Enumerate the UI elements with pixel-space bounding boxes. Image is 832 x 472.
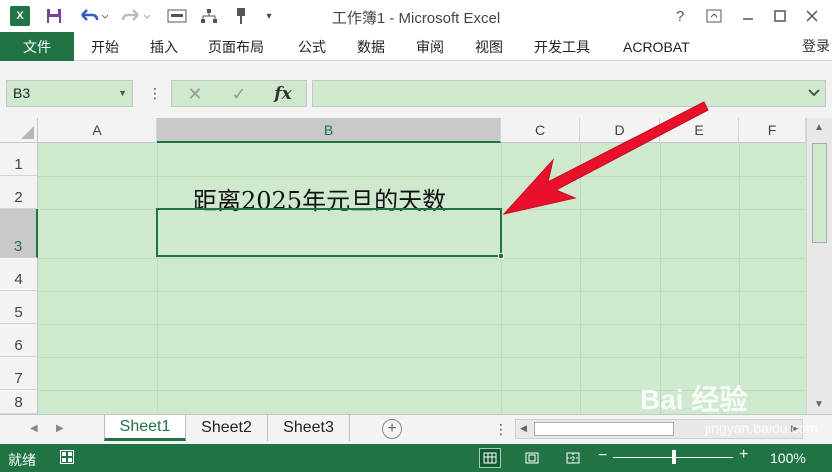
normal-view-icon[interactable]: [479, 448, 501, 468]
maximize-icon[interactable]: [766, 4, 794, 28]
row-header-2[interactable]: 2: [0, 176, 38, 209]
status-ready: 就绪: [8, 452, 36, 468]
vertical-scrollbar[interactable]: ▲ ▼: [806, 118, 832, 414]
scroll-up-icon[interactable]: ▲: [814, 122, 824, 133]
gridline: [38, 390, 806, 391]
row-header-6[interactable]: 6: [0, 324, 38, 357]
gridline: [38, 176, 806, 177]
tab-data[interactable]: 数据: [357, 37, 385, 57]
cancel-icon[interactable]: ✕: [180, 82, 210, 106]
column-header-d[interactable]: D: [580, 118, 660, 143]
scroll-right-icon[interactable]: ▶: [791, 423, 798, 434]
sheet-tab-sheet2[interactable]: Sheet2: [186, 415, 268, 441]
select-all-corner[interactable]: [0, 118, 38, 143]
horizontal-scroll-thumb[interactable]: [534, 422, 674, 436]
tab-split-grip-icon[interactable]: ⋮: [494, 421, 508, 438]
row-header-5[interactable]: 5: [0, 291, 38, 324]
tab-home[interactable]: 开始: [91, 37, 119, 57]
help-button[interactable]: ?: [666, 4, 694, 28]
tab-review[interactable]: 审阅: [416, 37, 444, 57]
vertical-scroll-thumb[interactable]: [812, 143, 827, 243]
horizontal-scrollbar[interactable]: ◀ ▶: [515, 419, 803, 439]
ribbon-display-icon[interactable]: [700, 4, 728, 28]
pin-icon[interactable]: [230, 6, 252, 26]
sheet-tab-bar: ◀ ▶ Sheet1 Sheet2 Sheet3 + ⋮ ◀ ▶: [0, 414, 832, 444]
expand-formula-bar-icon[interactable]: [807, 85, 821, 101]
tab-insert[interactable]: 插入: [150, 37, 178, 57]
insert-function-button[interactable]: fx: [268, 82, 298, 106]
form-icon[interactable]: [166, 6, 188, 26]
sheet-tab-sheet1[interactable]: Sheet1: [104, 415, 186, 441]
sheet-prev-icon[interactable]: ◀: [30, 423, 38, 434]
close-icon[interactable]: [798, 4, 826, 28]
formula-buttons: ✕ ✓ fx: [171, 80, 307, 107]
gridline: [739, 143, 740, 414]
minimize-icon[interactable]: [734, 4, 762, 28]
row-header-4[interactable]: 4: [0, 258, 38, 291]
gridline: [660, 143, 661, 414]
redo-icon[interactable]: [118, 6, 152, 26]
undo-icon[interactable]: [76, 6, 110, 26]
tab-file[interactable]: 文件: [0, 32, 74, 61]
zoom-slider-thumb[interactable]: [672, 450, 676, 464]
status-bar: 就绪 − + 100%: [0, 444, 832, 472]
add-sheet-button[interactable]: +: [382, 419, 402, 439]
active-cell-b3[interactable]: [156, 208, 504, 259]
formula-input[interactable]: [312, 80, 826, 107]
sheet-tab-sheet3[interactable]: Sheet3: [268, 415, 350, 441]
title-bar: X ▾ 工作簿1 - Microsoft Excel ?: [0, 0, 832, 32]
page-break-view-icon[interactable]: [562, 448, 584, 468]
column-header-f[interactable]: F: [739, 118, 806, 143]
zoom-out-icon[interactable]: −: [598, 447, 607, 465]
gridline: [38, 291, 806, 292]
enter-icon[interactable]: ✓: [224, 82, 254, 106]
column-header-c[interactable]: C: [501, 118, 580, 143]
row-header-3[interactable]: 3: [0, 209, 38, 258]
scroll-left-icon[interactable]: ◀: [520, 423, 527, 434]
column-header-a[interactable]: A: [38, 118, 157, 143]
login-link[interactable]: 登录: [802, 36, 830, 56]
name-box[interactable]: B3 ▼: [6, 80, 133, 107]
gridline: [580, 143, 581, 414]
formula-bar: B3 ▼ ⋮ ✕ ✓ fx: [0, 61, 832, 118]
page-layout-view-icon[interactable]: [521, 448, 543, 468]
gridline: [501, 143, 502, 414]
column-header-b[interactable]: B: [157, 118, 501, 143]
column-header-e[interactable]: E: [660, 118, 739, 143]
tab-developer[interactable]: 开发工具: [534, 37, 590, 57]
zoom-level[interactable]: 100%: [770, 450, 806, 466]
name-box-value: B3: [13, 85, 31, 101]
save-icon[interactable]: [44, 6, 64, 26]
customize-qat-icon[interactable]: ▾: [262, 6, 276, 26]
gridline: [157, 143, 158, 414]
worksheet-grid[interactable]: A B C D E F 1 2 3 4 5 6 7 8 距离2025年元旦的天数…: [0, 118, 832, 414]
gridline: [38, 324, 806, 325]
formula-bar-grip-icon[interactable]: ⋮: [148, 85, 162, 102]
row-header-8[interactable]: 8: [0, 390, 38, 414]
row-header-7[interactable]: 7: [0, 357, 38, 390]
ribbon-tabs: 文件 开始 插入 页面布局 公式 数据 审阅 视图 开发工具 ACROBAT 登…: [0, 32, 832, 61]
fill-handle[interactable]: [498, 253, 504, 259]
gridline: [38, 357, 806, 358]
zoom-in-icon[interactable]: +: [739, 446, 748, 464]
gridline: [38, 258, 806, 259]
tab-view[interactable]: 视图: [475, 37, 503, 57]
name-box-dropdown-icon[interactable]: ▼: [118, 81, 127, 106]
org-chart-icon[interactable]: [198, 6, 220, 26]
sheet-next-icon[interactable]: ▶: [56, 423, 64, 434]
tab-page-layout[interactable]: 页面布局: [208, 37, 264, 57]
scroll-down-icon[interactable]: ▼: [814, 399, 824, 410]
row-header-1[interactable]: 1: [0, 143, 38, 176]
macro-record-icon[interactable]: [60, 450, 74, 464]
tab-formulas[interactable]: 公式: [298, 37, 326, 57]
fx-icon: fx: [274, 84, 292, 104]
excel-logo-icon: X: [10, 6, 30, 26]
tab-acrobat[interactable]: ACROBAT: [623, 37, 690, 57]
